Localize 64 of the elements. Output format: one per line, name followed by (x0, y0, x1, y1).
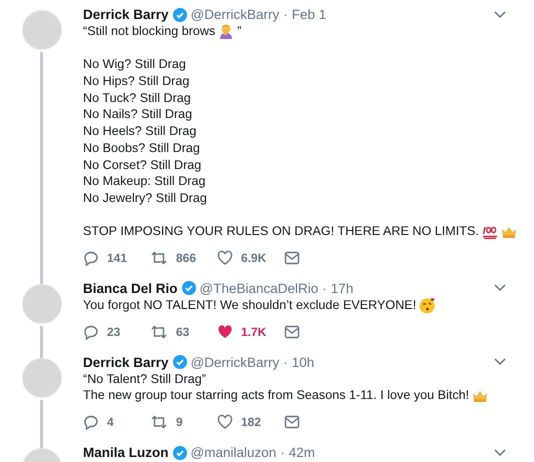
reply-count: 4 (107, 415, 114, 429)
user-handle[interactable]: @DerrickBarry (190, 354, 280, 370)
envelope-icon[interactable] (284, 324, 300, 339)
reply-icon[interactable] (83, 324, 99, 340)
separator-dot: · (283, 7, 288, 22)
tweet-time[interactable]: 17h (330, 280, 354, 296)
crown-emoji-icon (472, 388, 488, 403)
like-count: 182 (241, 415, 262, 429)
chevron-down-icon[interactable] (494, 448, 506, 456)
user-name[interactable]: Derrick Barry (83, 7, 169, 22)
heart-icon[interactable] (217, 324, 233, 340)
like-count: 6.9K (241, 250, 266, 265)
like-count: 1.7K (241, 324, 266, 339)
tweet-text: No Boobs? Still Drag (83, 140, 200, 157)
avatar (22, 10, 62, 50)
tweet-text: ” (237, 23, 242, 40)
tweet-text: No Tuck? Still Drag (83, 90, 191, 106)
retweet-icon[interactable] (150, 250, 168, 266)
separator-dot: · (283, 354, 288, 370)
user-handle[interactable]: @manilaluzon (190, 445, 276, 460)
retweet-count: 866 (176, 250, 196, 265)
separator-dot: · (280, 445, 285, 460)
tweet-text: “Still not blocking brows (83, 23, 216, 40)
envelope-icon[interactable] (284, 415, 300, 429)
crown-emoji-icon (500, 224, 517, 239)
envelope-icon[interactable] (284, 250, 300, 265)
user-name[interactable]: Derrick Barry (83, 354, 169, 370)
tweet-text: No Nails? Still Drag (83, 106, 192, 124)
tweet-text: No Corset? Still Drag (83, 156, 202, 174)
reply-icon[interactable] (83, 414, 99, 430)
user-name[interactable]: Manila Luzon (83, 445, 168, 460)
heart-icon[interactable] (217, 414, 233, 430)
tweet-text: No Jewelry? Still Drag (83, 190, 207, 207)
tweet-time[interactable]: 42m (288, 445, 316, 460)
heart-icon[interactable] (217, 250, 233, 266)
tweet-text: No Hips? Still Drag (83, 73, 190, 90)
chevron-down-icon[interactable] (494, 10, 506, 18)
retweet-count: 9 (176, 415, 183, 429)
hundred-points-emoji-icon (482, 224, 498, 239)
reply-count: 141 (107, 250, 128, 265)
separator-dot: · (322, 280, 327, 296)
user-handle[interactable]: @DerrickBarry (190, 7, 280, 22)
tweet-text: You forgot NO TALENT! We shouldn’t exclude EVERYONE! (83, 296, 416, 314)
reply-count: 23 (107, 324, 120, 339)
tweet-text: No Heels? Still Drag (83, 123, 196, 140)
tweet-text: No Makeup: Still Drag (83, 173, 206, 190)
reply-icon[interactable] (83, 250, 99, 266)
tweet-time[interactable]: Feb 1 (292, 7, 326, 22)
tweet-text: No Wig? Still Drag (83, 56, 186, 74)
chevron-down-icon[interactable] (494, 358, 506, 366)
retweet-icon[interactable] (150, 324, 168, 340)
facepalm-emoji-icon (218, 23, 234, 40)
tweet-time[interactable]: 10h (292, 354, 314, 370)
user-handle[interactable]: @TheBiancaDelRio (200, 280, 318, 296)
user-name[interactable]: Bianca Del Rio (83, 280, 178, 296)
tweet-text: The new group tour starring acts from Seasons 1-11. I love you Bitch! (83, 387, 470, 404)
kissing-face-emoji-icon (419, 296, 436, 314)
retweet-icon[interactable] (150, 414, 168, 430)
tweet-text: “No Talent? Still Drag” (83, 370, 206, 388)
avatar (22, 284, 62, 324)
tweet-text: STOP IMPOSING YOUR RULES ON DRAG! THERE ARE NO LIMITS. (83, 223, 479, 240)
retweet-count: 63 (176, 324, 190, 339)
chevron-down-icon[interactable] (494, 284, 506, 292)
avatar (22, 358, 62, 398)
